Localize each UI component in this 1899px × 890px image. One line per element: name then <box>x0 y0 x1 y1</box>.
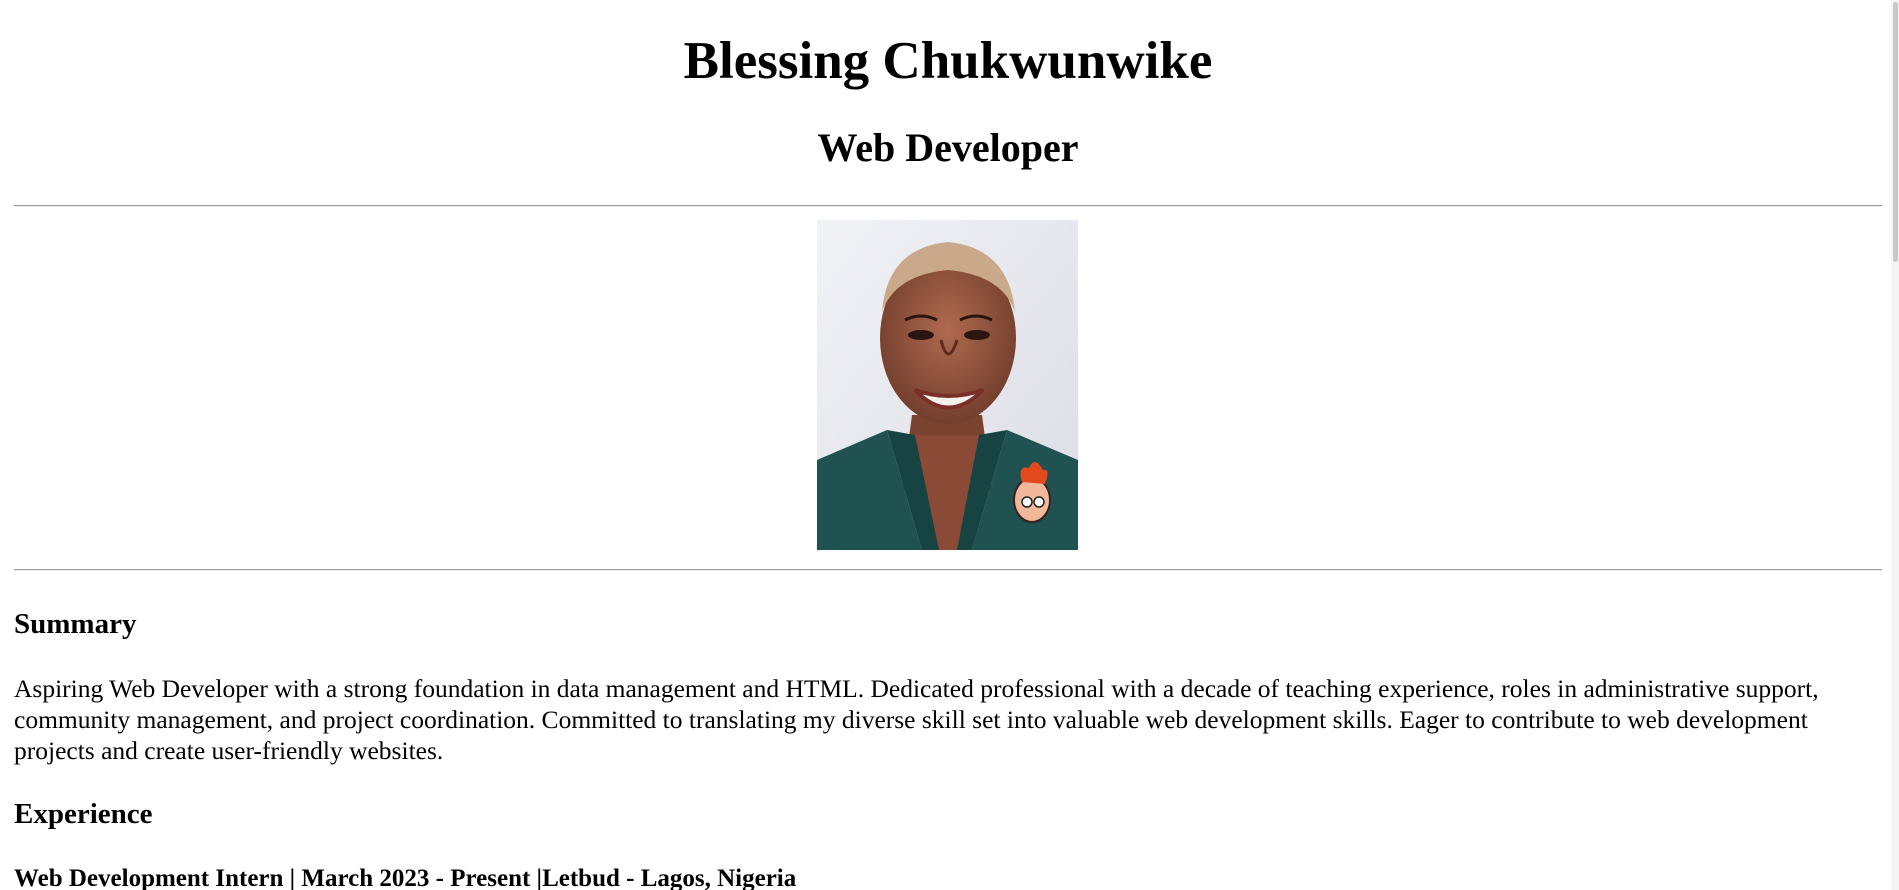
page-scrollbar[interactable] <box>1891 0 1899 890</box>
divider-top <box>14 205 1882 207</box>
page-title: Blessing Chukwunwike <box>683 32 1213 90</box>
summary-heading: Summary <box>14 608 137 640</box>
profile-photo <box>817 220 1078 550</box>
job-role-subtitle: Web Developer <box>817 125 1079 170</box>
scrollbar-thumb[interactable] <box>1893 2 1898 262</box>
experience-job-heading: Web Development Intern | March 2023 - Pr… <box>14 865 797 890</box>
divider-bottom <box>14 569 1882 571</box>
summary-paragraph: Aspiring Web Developer with a strong fou… <box>14 674 1819 765</box>
experience-heading: Experience <box>14 798 153 830</box>
